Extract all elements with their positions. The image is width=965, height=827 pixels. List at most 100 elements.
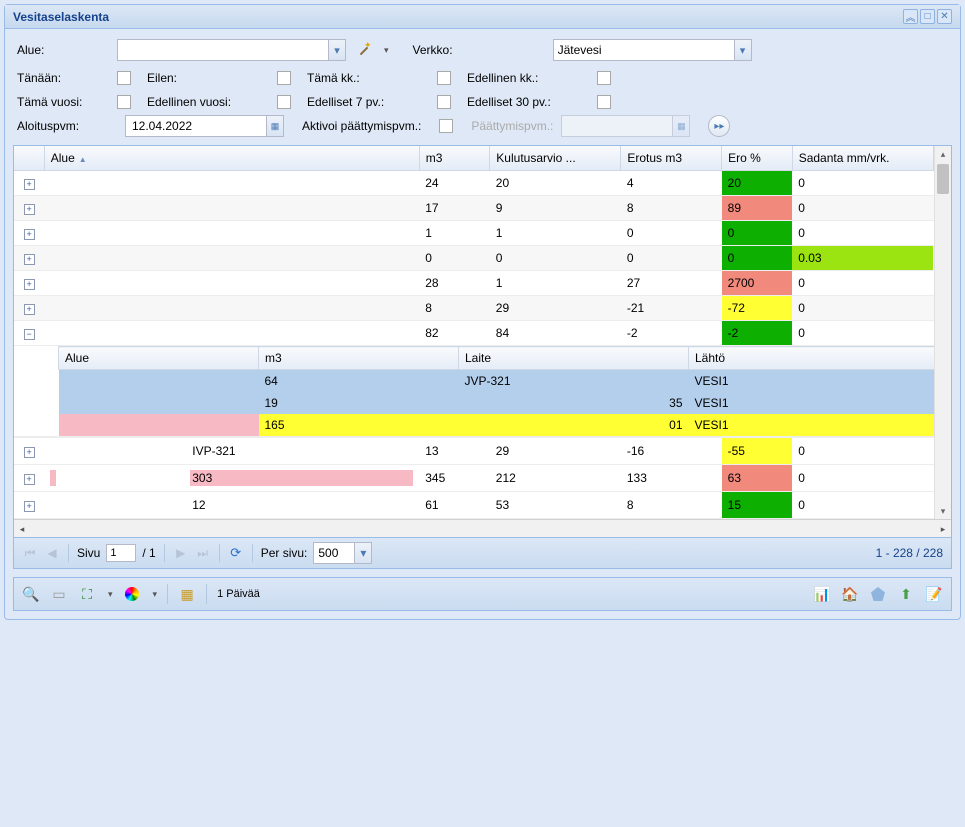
layer-icon[interactable] [178,585,196,603]
next-page-button[interactable]: ▶ [173,545,189,561]
scroll-thumb[interactable] [937,164,949,194]
last-page-button[interactable]: ⏭ [195,545,211,561]
cell-alue [44,321,419,346]
col-ero[interactable]: Ero % [722,146,793,171]
cell-alue: IVP-321 [44,438,419,465]
fullscreen-icon[interactable] [78,585,96,603]
table-row[interactable]: +11000 [14,221,951,246]
nested-row[interactable]: 64JVP-321VESI1 [59,370,951,393]
nested-row[interactable]: 16501VESI1 [59,414,951,436]
horizontal-scrollbar[interactable]: ◂ ▸ [14,519,951,537]
header-row: Alue m3 Kulutusarvio ... Erotus m3 Ero %… [14,146,951,171]
search-icon[interactable] [22,585,40,603]
upload-icon[interactable] [897,585,915,603]
expand-row-icon[interactable]: + [24,447,35,458]
chevron-down-icon[interactable]: ▾ [734,40,751,60]
col-alue[interactable]: Alue [44,146,419,171]
nested-col-m3[interactable]: m3 [259,347,459,370]
refresh-icon[interactable]: ⟳ [228,545,244,561]
table-row[interactable]: +IVP-3211329-16-550 [14,438,951,465]
aloituspvm-input[interactable] [126,116,266,136]
table-row[interactable]: +1261538150 [14,492,951,519]
edelliset7-checkbox[interactable] [437,95,451,109]
col-erotus[interactable]: Erotus m3 [621,146,722,171]
aktivoi-checkbox[interactable] [439,119,453,133]
nested-cell-alue [59,392,259,414]
nested-col-laite[interactable]: Laite [459,347,689,370]
table-row[interactable]: −8284-2-20 [14,321,951,346]
table-row[interactable]: +24204200 [14,171,951,196]
expand-row-icon[interactable]: + [24,501,35,512]
alue-combo[interactable]: ▾ [117,39,346,61]
cell-m3: 24 [419,171,490,196]
cell-m3: 13 [419,438,490,465]
edellinenvuosi-checkbox[interactable] [277,95,291,109]
scroll-right-icon[interactable]: ▸ [935,521,951,537]
col-m3[interactable]: m3 [419,146,490,171]
edelliset30-checkbox[interactable] [597,95,611,109]
per-sivu-label: Per sivu: [261,546,308,560]
table-row[interactable]: +1798890 [14,196,951,221]
prev-page-button[interactable]: ◀ [44,545,60,561]
close-icon[interactable]: ✕ [937,9,952,24]
home-icon[interactable] [841,585,859,603]
col-expand[interactable] [14,146,44,171]
edellinenkk-checkbox[interactable] [597,71,611,85]
vertical-scrollbar[interactable]: ▴ ▾ [934,146,951,519]
pentagon-icon[interactable] [869,585,887,603]
collapse-icon[interactable]: ︽ [903,9,918,24]
fullscreen-menu-arrow[interactable]: ▾ [108,589,113,600]
wand-menu-arrow[interactable]: ▾ [384,45,389,56]
table-row[interactable]: +2812727000 [14,271,951,296]
cell-ero: -55 [722,438,793,465]
expand-row-icon[interactable]: + [24,229,35,240]
expand-row-icon[interactable]: + [24,179,35,190]
table-row[interactable]: +00000.03 [14,246,951,271]
expand-row-icon[interactable]: + [24,474,35,485]
maximize-icon[interactable]: □ [920,9,935,24]
verkko-input[interactable] [554,40,734,60]
expand-row-icon[interactable]: + [24,279,35,290]
cell-alue [44,246,419,271]
tamakk-checkbox[interactable] [437,71,451,85]
nested-cell-lahto: VESI1 [689,414,951,436]
col-kulutus[interactable]: Kulutusarvio ... [490,146,621,171]
expand-row-icon[interactable]: + [24,254,35,265]
run-button[interactable]: ▸▸ [708,115,730,137]
scroll-down-icon[interactable]: ▾ [935,503,951,519]
tamavuosi-checkbox[interactable] [117,95,131,109]
tanaan-checkbox[interactable] [117,71,131,85]
verkko-combo[interactable]: ▾ [553,39,752,61]
table-row[interactable]: +829-21-720 [14,296,951,321]
chart-icon[interactable] [813,585,831,603]
color-menu-arrow[interactable]: ▾ [153,589,158,600]
new-document-icon[interactable] [50,585,68,603]
aloituspvm-field[interactable]: ▦ [125,115,284,137]
alue-input[interactable] [118,40,328,60]
expand-row-icon[interactable]: + [24,304,35,315]
calendar-icon[interactable]: ▦ [266,116,283,136]
scroll-left-icon[interactable]: ◂ [14,521,30,537]
expand-row-icon[interactable]: + [24,204,35,215]
sivu-label: Sivu [77,546,100,560]
per-sivu-input[interactable] [314,543,354,563]
notes-icon[interactable] [925,585,943,603]
collapse-row-icon[interactable]: − [24,329,35,340]
cell-erotus: 8 [621,492,722,519]
nested-col-alue[interactable]: Alue [59,347,259,370]
nested-row[interactable]: 1935VESI1 [59,392,951,414]
table-row[interactable]: +303345212133630 [14,465,951,492]
chevron-down-icon[interactable]: ▾ [328,40,345,60]
per-sivu-combo[interactable]: ▾ [313,542,372,564]
wand-icon[interactable] [356,42,372,58]
eilen-checkbox[interactable] [277,71,291,85]
cell-m3: 17 [419,196,490,221]
chevron-down-icon[interactable]: ▾ [354,543,371,563]
color-picker-icon[interactable] [123,585,141,603]
scroll-up-icon[interactable]: ▴ [935,146,951,162]
nested-col-lahto[interactable]: Lähtö [689,347,951,370]
page-input[interactable] [106,544,136,562]
col-sadanta[interactable]: Sadanta mm/vrk. [792,146,933,171]
first-page-button[interactable]: ⏮ [22,545,38,561]
paattymispvm-input [562,116,672,136]
